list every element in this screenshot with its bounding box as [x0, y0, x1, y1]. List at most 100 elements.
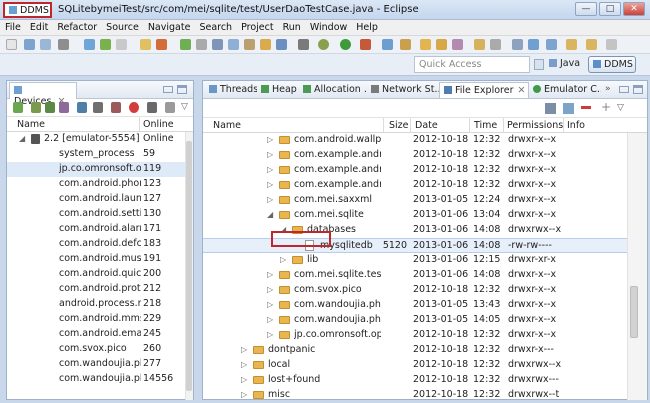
expand-arrow-icon[interactable]: ▷	[267, 180, 273, 189]
run-icon[interactable]	[340, 39, 351, 50]
expand-arrow-icon[interactable]: ▷	[267, 150, 273, 159]
maximize-view-icon[interactable]	[177, 85, 187, 94]
toolbar-tool-icon[interactable]	[212, 39, 223, 50]
folder-row[interactable]: ▷ com.wandoujia.phoenix2 2013-01-05 13:43 dr…	[203, 298, 627, 313]
expand-arrow-icon[interactable]: ▷	[241, 375, 247, 384]
toolbar-tool-icon[interactable]	[228, 39, 239, 50]
expand-arrow-icon[interactable]: ▷	[241, 345, 247, 354]
devices-scrollbar-thumb[interactable]	[186, 141, 192, 391]
expand-arrow-icon[interactable]: ▷	[267, 285, 273, 294]
delete-icon[interactable]	[581, 106, 591, 109]
close-button[interactable]: ✕	[623, 2, 645, 16]
file-row[interactable]: mysqlitedb 5120 2013-01-06 14:08 -rw-rw----	[203, 238, 627, 253]
menu-search[interactable]: Search	[194, 20, 236, 36]
quick-access-input[interactable]: Quick Access	[414, 56, 530, 73]
folder-row[interactable]: ▷ com.mei.saxxml 2013-01-05 12:24 drwxr-x--x	[203, 193, 627, 208]
ddms-perspective-button[interactable]: DDMS	[588, 56, 636, 73]
menu-edit[interactable]: Edit	[25, 20, 52, 36]
folder-row[interactable]: ▷ local 2012-10-18 12:32 drwxrwx--x	[203, 358, 627, 373]
online-column-header[interactable]: Online	[143, 119, 174, 130]
file-explorer-scrollbar-thumb[interactable]	[630, 286, 638, 338]
print-icon[interactable]	[58, 39, 69, 50]
view-menu-icon[interactable]: ▽	[617, 103, 624, 113]
file-explorer-scrollbar[interactable]	[627, 133, 647, 400]
folder-row[interactable]: ▷ lost+found 2012-10-18 12:32 drwxrwx---	[203, 373, 627, 388]
debug-icon[interactable]	[318, 39, 329, 50]
minimize-button[interactable]: —	[575, 2, 597, 16]
close-icon[interactable]: ✕	[517, 85, 525, 96]
toolbar-tool-icon[interactable]	[512, 39, 523, 50]
folder-row[interactable]: ▷ com.svox.pico 2012-10-18 12:32 drwxr-x--x	[203, 283, 627, 298]
folder-row[interactable]: ▷ com.example.android.ap 2012-10-18 12:32 dr…	[203, 148, 627, 163]
folder-row[interactable]: ▷ misc 2012-10-18 12:32 drwxrwx--t	[203, 388, 627, 400]
expand-arrow-icon[interactable]: ▷	[267, 300, 273, 309]
folder-row[interactable]: ▷ com.mei.sqlite.test 2013-01-06 14:08 drwxr…	[203, 268, 627, 283]
expand-arrow-icon[interactable]: ▷	[267, 270, 273, 279]
screen-capture-icon[interactable]	[147, 102, 157, 113]
dump-hprof-icon[interactable]	[45, 102, 55, 113]
minimize-view-icon[interactable]	[619, 86, 629, 93]
search-icon[interactable]	[452, 39, 463, 50]
menu-run[interactable]: Run	[278, 20, 305, 36]
open-folder-icon[interactable]	[420, 39, 431, 50]
folder-row[interactable]: ▷ com.android.wallpaper.li 2012-10-18 12:32…	[203, 133, 627, 148]
new-class-icon[interactable]	[382, 39, 393, 50]
expand-arrow-icon[interactable]: ▷	[280, 255, 286, 264]
toolbar-tool-icon[interactable]	[546, 39, 557, 50]
toolbar-tool-icon[interactable]	[606, 39, 617, 50]
time-column-header[interactable]: Time	[474, 120, 497, 131]
lint-icon[interactable]	[116, 39, 127, 50]
tab-heap[interactable]: Heap	[257, 82, 299, 98]
new-icon[interactable]	[6, 39, 17, 50]
date-column-header[interactable]: Date	[415, 120, 438, 131]
folder-row[interactable]: ▷ dontpanic 2012-10-18 12:32 drwxr-x---	[203, 343, 627, 358]
permissions-column-header[interactable]: Permissions	[507, 120, 563, 131]
folder-row[interactable]: ◢ databases 2013-01-06 14:08 drwxrwx--x	[203, 223, 627, 238]
new-project-icon[interactable]	[140, 39, 151, 50]
tab-emulator-control[interactable]: Emulator C...	[529, 82, 601, 98]
maximize-button[interactable]: □	[599, 2, 621, 16]
more-tabs-icon[interactable]: »	[605, 84, 611, 94]
forward-icon[interactable]	[586, 39, 597, 50]
xml-file-icon[interactable]	[156, 39, 167, 50]
process-row[interactable]: com.android.phone123	[7, 177, 185, 192]
toolbar-tool-icon[interactable]	[180, 39, 191, 50]
process-row[interactable]: com.android.protip 212	[7, 282, 185, 297]
toolbar-tool-icon[interactable]	[490, 39, 501, 50]
systrace-icon[interactable]	[111, 102, 121, 113]
expand-arrow-icon[interactable]: ▷	[267, 330, 273, 339]
name-column-header[interactable]: Name	[17, 119, 45, 130]
folder-row[interactable]: ▷ lib 2013-01-06 12:15 drwxr-xr-x	[203, 253, 627, 268]
toolbar-tool-icon[interactable]	[474, 39, 485, 50]
process-row[interactable]: com.android.music 191	[7, 252, 185, 267]
expand-arrow-icon[interactable]: ▷	[267, 195, 273, 204]
external-tools-icon[interactable]	[360, 39, 371, 50]
info-column-header[interactable]: Info	[567, 120, 585, 131]
tab-threads[interactable]: Threads	[205, 82, 257, 98]
expand-arrow-icon[interactable]: ▷	[267, 315, 273, 324]
folder-row[interactable]: ◢ com.mei.sqlite 2013-01-06 13:04 drwxr-x--x	[203, 208, 627, 223]
expand-arrow-icon[interactable]: ▷	[267, 135, 273, 144]
toolbar-tool-icon[interactable]	[196, 39, 207, 50]
process-row[interactable]: com.android.alarm 171	[7, 222, 185, 237]
expand-arrow-icon[interactable]: ◢	[19, 134, 25, 143]
menu-help[interactable]: Help	[351, 20, 382, 36]
open-folder-icon[interactable]	[436, 39, 447, 50]
folder-row[interactable]: ▷ com.example.android.live 2012-10-18 12:32…	[203, 163, 627, 178]
size-column-header[interactable]: Size	[389, 120, 409, 131]
folder-row[interactable]: ▷ com.wandoujia.phoenix2. 2013-01-05 14:05 d…	[203, 313, 627, 328]
expand-arrow-icon[interactable]: ▷	[241, 390, 247, 399]
reset-adb-icon[interactable]	[165, 102, 175, 113]
device-row[interactable]: ◢ 2.2 [emulator-5554] Online	[7, 132, 185, 147]
start-method-profiling-icon[interactable]	[93, 102, 103, 113]
android-sdk-icon[interactable]	[84, 39, 95, 50]
update-threads-icon[interactable]	[77, 102, 87, 113]
pull-file-icon[interactable]	[545, 103, 556, 114]
tab-allocation-tracker[interactable]: Allocation ...	[299, 82, 367, 98]
process-row[interactable]: com.android.mms 229	[7, 312, 185, 327]
debug-process-icon[interactable]	[13, 102, 23, 113]
expand-arrow-icon[interactable]: ◢	[267, 210, 273, 219]
toolbar-tool-icon[interactable]	[244, 39, 255, 50]
maximize-view-icon[interactable]	[633, 85, 643, 94]
process-row[interactable]: com.android.launch127	[7, 192, 185, 207]
